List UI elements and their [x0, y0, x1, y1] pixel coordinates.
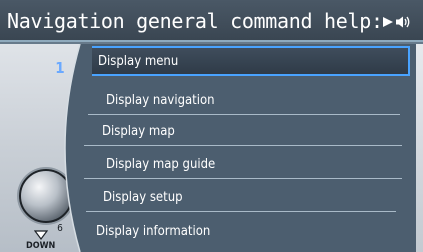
- menu-item-display-navigation[interactable]: Display navigation: [88, 85, 400, 115]
- down-label: DOWN: [26, 241, 56, 251]
- divider: [86, 211, 396, 212]
- divider: [84, 145, 402, 146]
- menu-item-label: Display map guide: [106, 156, 216, 172]
- divider: [84, 178, 402, 179]
- menu-item-label: Display navigation: [106, 92, 215, 108]
- menu-item-display-information[interactable]: Display information: [90, 216, 408, 246]
- scroll-track: [416, 44, 423, 252]
- speaker-voice-icon: [383, 16, 410, 28]
- menu-item-label: Display menu: [98, 53, 179, 69]
- page-title: Navigation general command help:: [7, 9, 383, 33]
- down-arrow-icon: [34, 230, 48, 240]
- menu-item-label: Display setup: [103, 189, 183, 205]
- menu-item-label: Display information: [96, 223, 211, 239]
- title-bar: Navigation general command help:: [0, 0, 423, 42]
- menu-item-label: Display map: [102, 123, 175, 139]
- divider: [88, 114, 400, 115]
- menu-item-display-map[interactable]: Display map: [84, 116, 402, 146]
- nav-help-screen: Navigation general command help: 1 2 3 4…: [0, 0, 423, 252]
- menu-item-display-map-guide[interactable]: Display map guide: [84, 149, 402, 179]
- menu-item-display-setup[interactable]: Display setup: [86, 182, 396, 212]
- menu-item-display-menu[interactable]: Display menu: [92, 46, 410, 76]
